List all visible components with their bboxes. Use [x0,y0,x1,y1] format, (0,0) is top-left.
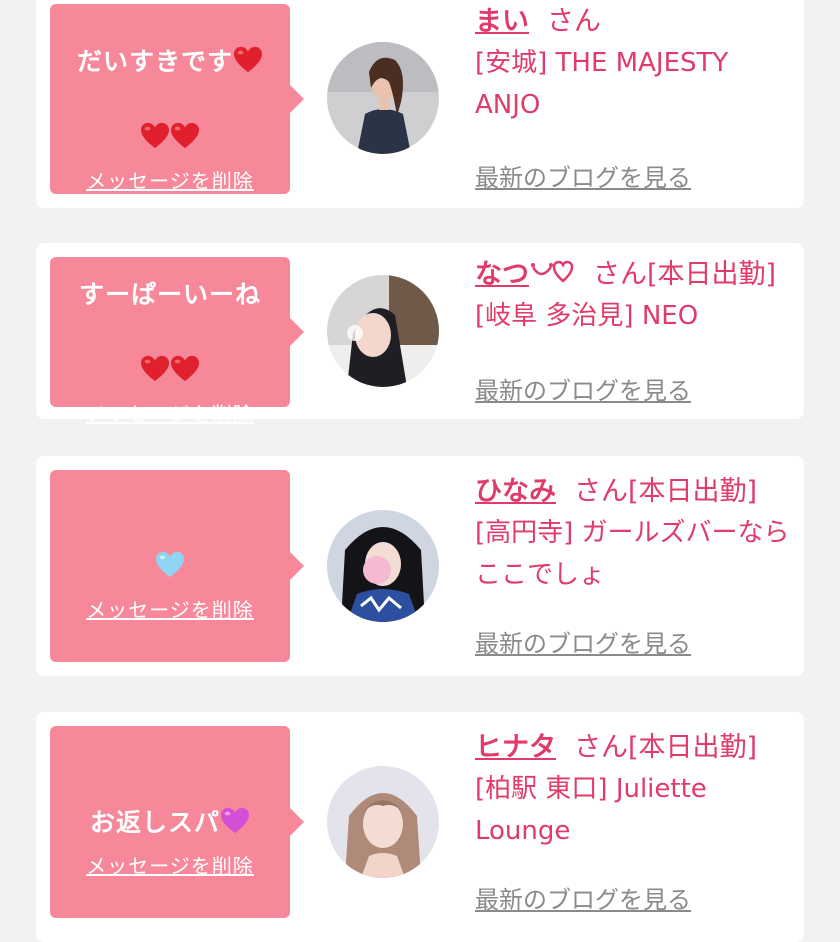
cast-info: まい さん [安城] THE MAJESTY ANJO [475,2,795,126]
blue-heart-icon [156,551,184,577]
red-heart-icon [140,122,169,148]
honorific: さん [574,476,628,507]
cast-info: ひなみ さん[本日出勤] [高円寺] ガールズバーならここでしょ [475,472,795,596]
shop-name: [柏駅 東口] Juliette Lounge [475,774,707,846]
cast-name-link[interactable]: ひなみ [475,476,556,507]
delete-message-link[interactable]: メッセージを削除 [86,850,254,879]
avatar[interactable] [327,42,439,154]
message-card: お返しスパ メッセージを削除 ヒナタ さん[本日出勤] [柏駅 東口] Julie… [36,712,804,942]
latest-blog-link[interactable]: 最新のブログを見る [475,880,691,915]
shop-name: [岐阜 多治見] NEO [475,301,699,331]
pink-heart-icon [221,807,249,833]
red-heart-icon [170,122,199,148]
shop-name: [高円寺] ガールズバーならここでしょ [475,518,790,590]
message-card: メッセージを削除 ひなみ さん[本日出勤] [高円寺] ガールズバーならここでしょ… [36,456,804,676]
status-badge: [本日出勤] [628,476,758,507]
delete-message-link[interactable]: メッセージを削除 [86,165,254,194]
cast-info: なつ さん[本日出勤] [岐阜 多治見] NEO [475,255,815,337]
red-heart-icon [170,355,199,381]
message-bubble: だいすきです メッセージを削除 [50,4,304,194]
message-bubble: お返しスパ メッセージを削除 [50,726,304,918]
delete-message-link[interactable]: メッセージを削除 [86,594,254,623]
message-text: だいすきです [77,5,263,157]
latest-blog-link[interactable]: 最新のブログを見る [475,371,691,406]
message-card: だいすきです メッセージを削除 まい さん [安城] THE MAJESTY AN… [36,0,804,208]
message-bubble: すーぱーいーね メッセージを削除 [50,257,304,426]
delete-message-link[interactable]: メッセージを削除 [86,398,254,427]
message-text: すーぱーいーね [79,238,261,390]
cast-name-link[interactable]: なつ [475,259,575,290]
red-heart-icon [234,46,262,72]
honorific: さん [574,732,628,763]
red-heart-icon [140,355,169,381]
shop-name: [安城] THE MAJESTY ANJO [475,48,729,120]
cast-name-link[interactable]: まい [475,6,529,37]
honorific: さん [547,6,601,37]
status-badge: [本日出勤] [647,259,777,290]
message-card: すーぱーいーね メッセージを削除 なつ さん[本日出勤] [岐阜 多治見] NEO… [36,243,804,426]
latest-blog-link[interactable]: 最新のブログを見る [475,158,691,193]
avatar[interactable] [327,275,439,387]
avatar[interactable] [327,766,439,878]
latest-blog-link[interactable]: 最新のブログを見る [475,624,691,659]
cast-name-link[interactable]: ヒナタ [475,732,556,763]
honorific: さん [593,259,647,290]
smile-heart-icon [531,260,574,283]
message-bubble: メッセージを削除 [50,470,304,662]
avatar[interactable] [327,510,439,622]
message-text [155,510,185,586]
status-badge: [本日出勤] [628,732,758,763]
cast-info: ヒナタ さん[本日出勤] [柏駅 東口] Juliette Lounge [475,728,795,852]
message-text: お返しスパ [90,766,250,842]
